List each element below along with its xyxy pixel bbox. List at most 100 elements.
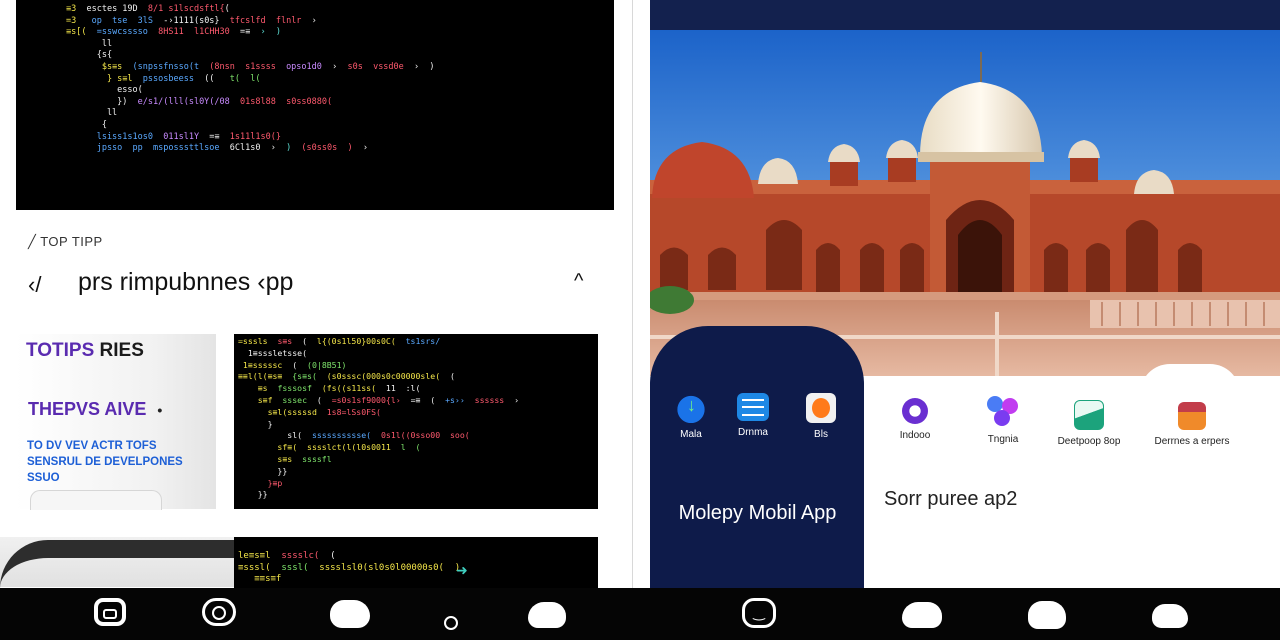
smile-icon[interactable]: ‿ [742, 598, 776, 628]
code-line: ≡s fsssosf (fs((s11ss( 11 :l( [238, 383, 598, 395]
camera-icon[interactable] [202, 598, 236, 626]
monument-illustration [650, 30, 1280, 376]
code-token: sssslsl0(sl0s0l00000s0( ) [319, 562, 461, 573]
code-token: (0|8B51) [307, 359, 347, 370]
article-tag: ╱ TOP TIPP [28, 234, 103, 249]
app-panel [650, 326, 864, 588]
code-token: +s›› [445, 394, 475, 405]
bottom-nav-bar [0, 588, 1280, 640]
chevron-up-icon[interactable]: ^ [574, 270, 583, 293]
code-token: =≡ [209, 131, 230, 142]
code-panel-top: ≡3 esctes 19D 8/1 s1lscdsftl{(=3 op tse … [16, 0, 614, 210]
cluster-icon [987, 396, 1019, 428]
article-headline: prs rimpubnnes ‹pp [78, 268, 294, 296]
code-token: 1≡sssletsse( [238, 347, 308, 358]
code-token: }} [238, 465, 288, 476]
top-bar [650, 0, 1280, 30]
white-bump [1140, 364, 1240, 394]
code-line: le≡s≡l sssslc( ( [238, 551, 598, 563]
code-token: 1s11l1s0(} [229, 131, 281, 142]
code-token: › [514, 394, 520, 405]
card-decoration [30, 490, 162, 510]
code-token: -›1111(s0s} [163, 15, 230, 26]
arrow-right-icon[interactable]: ➜ [456, 562, 468, 579]
column-divider [632, 0, 633, 588]
code-token: › [362, 143, 368, 154]
app-label: Derrnes a erpers [1154, 436, 1230, 447]
cloud-icon[interactable] [902, 602, 942, 628]
code-token: l ( [400, 442, 421, 453]
code-token: (fs((s11ss( [321, 383, 386, 394]
app-label: Deetpoop 8op [1057, 436, 1121, 447]
cloud-icon[interactable] [528, 602, 566, 628]
app-label: Indooo [899, 430, 931, 441]
section-title: Sorr puree ap2 [884, 488, 1018, 510]
code-token: sl( [238, 430, 312, 441]
code-token: ( [302, 336, 317, 346]
code-line: sl( sssssssssse( 0s1l((0sso00 soo( [238, 430, 598, 442]
code-line: ≡sssl( sssl( sssslsl0(sl0s0l00000s0( ) [238, 563, 598, 575]
code-line: { [66, 120, 614, 132]
code-token: › [311, 15, 317, 26]
code-token: =3 [66, 15, 92, 26]
code-line: lsiss1s1os0 011sl1Y =≡ 1s11l1s0(} [66, 132, 614, 144]
app-deetpoop[interactable]: Deetpoop 8op [1046, 400, 1132, 447]
code-token: } [238, 418, 273, 429]
code-line: {s{ [66, 50, 614, 62]
app-tngnia[interactable]: Tngnia [976, 396, 1030, 445]
code-line: ≡3 esctes 19D 8/1 s1lscdsftl{( [66, 4, 614, 16]
code-token: sssssssssse( [311, 430, 381, 441]
app-indooo[interactable]: Indooo [890, 398, 940, 441]
cloud-icon[interactable] [1152, 604, 1188, 628]
code-token: sssslct(l(l0s0011 [307, 442, 401, 453]
code-token: ( [330, 551, 336, 561]
card-desc-line: SENSRUL DE DEVELPONES [27, 456, 183, 468]
app-drawer-icon[interactable] [94, 598, 126, 626]
image-icon [1074, 400, 1104, 430]
code-line: } s≡l pssosbeess (( t( l( [66, 74, 614, 86]
code-token: ≡sssl( [238, 562, 282, 573]
code-token: ( [430, 394, 446, 405]
code-token: 6Cl1s0 › [229, 143, 287, 154]
code-token: t( l( [229, 73, 261, 84]
code-token: {s≡s( [292, 371, 327, 382]
code-token: { [66, 119, 107, 130]
code-token: ll [66, 108, 118, 119]
code-token: lsiss1s1os0 [66, 131, 164, 142]
code-token: =≡ [240, 27, 261, 38]
code-line: }} [238, 466, 598, 478]
bookmark-icon [806, 393, 836, 423]
code-token: tfcslfd flnlr [229, 15, 312, 26]
cloud-icon[interactable] [1028, 601, 1066, 629]
code-token: e/s1/(lll(sl0Y(/08 [137, 96, 241, 107]
code-token: › ) [260, 27, 281, 38]
chat-icon [902, 398, 928, 424]
folder-icon [1178, 402, 1206, 430]
list-icon [737, 393, 769, 421]
code-token: s≡l(sssssd [238, 406, 327, 417]
code-token: esctes 19D [86, 4, 148, 14]
code-line: ≡≡l(l(≡s≡ {s≡s( (s0sssc(000s0c00000sle( … [238, 371, 598, 383]
code-token: › [332, 61, 348, 72]
code-token: (snpssfnsso(t [132, 61, 210, 72]
panel-app-drnma[interactable]: Drnma [730, 393, 776, 438]
cloud-icon[interactable] [330, 600, 370, 628]
panel-app-bls[interactable]: Bls [798, 393, 844, 440]
code-line: s≡f sssec ( =s0s1sf9000{l› =≡ ( +s›› sss… [238, 395, 598, 407]
code-token: =s0s1sf9000{l› [331, 394, 411, 405]
code-token: 1s8=lSs0FS( [326, 406, 381, 417]
code-token: pssosbeess [142, 73, 205, 84]
app-derrnes[interactable]: Derrnes a erpers [1150, 402, 1234, 447]
panel-app-mala[interactable]: ↓ Mala [668, 393, 714, 440]
code-token: ts1srs/ [405, 336, 441, 346]
code-line: ≡s[( =sswcsssso 8HS11 l1CHH30 =≡ › ) [66, 27, 614, 39]
monument-photo [650, 30, 1280, 376]
card-title-suffix: RIES [94, 340, 144, 361]
code-token: s0ss0880( [286, 96, 333, 107]
back-arrow-icon[interactable]: ‹/ [28, 272, 41, 298]
code-token: 11 [385, 383, 406, 394]
code-line: s≡s ssssfl [238, 454, 598, 466]
code-token: l{(0s1l50}00s0C( [316, 336, 406, 346]
home-dot-icon[interactable] [444, 616, 458, 630]
code-token: s≡s [238, 453, 303, 464]
